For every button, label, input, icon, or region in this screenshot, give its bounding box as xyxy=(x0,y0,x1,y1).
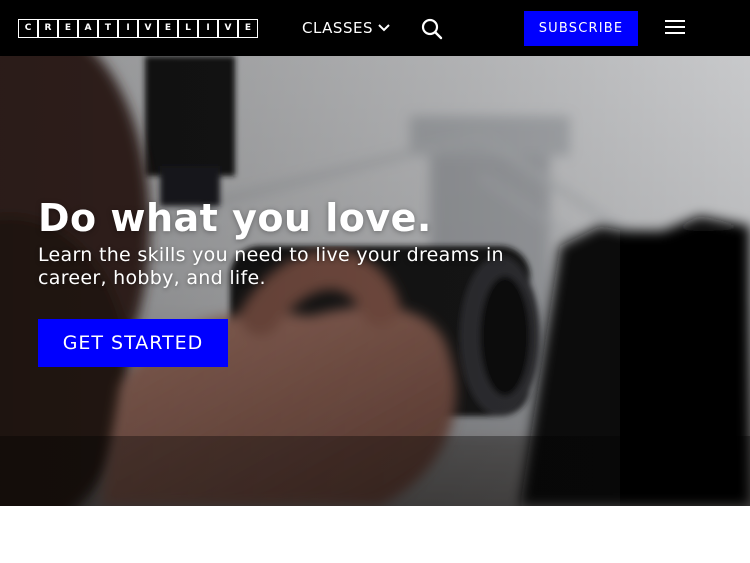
hero-subheadline: Learn the skills you need to live your d… xyxy=(38,244,504,289)
logo-letter: V xyxy=(139,20,157,37)
logo-letter: C xyxy=(19,20,37,37)
menu-bar xyxy=(665,32,685,34)
creativelive-logo[interactable]: C R E A T I V E L I V E xyxy=(18,19,258,38)
hamburger-menu-icon[interactable] xyxy=(665,20,685,36)
classes-label: CLASSES xyxy=(302,19,373,37)
subscribe-button[interactable]: SUBSCRIBE xyxy=(524,11,638,46)
logo-letter: E xyxy=(239,20,257,37)
get-started-button[interactable]: GET STARTED xyxy=(38,319,228,367)
classes-dropdown[interactable]: CLASSES xyxy=(302,19,390,37)
chevron-down-icon xyxy=(378,24,390,32)
top-navigation-bar: C R E A T I V E L I V E CLASSES SUBSCRIB… xyxy=(0,0,750,56)
logo-letter: E xyxy=(159,20,177,37)
logo-letter: E xyxy=(59,20,77,37)
search-button[interactable] xyxy=(420,17,444,41)
logo-letter: V xyxy=(219,20,237,37)
menu-bar xyxy=(665,26,685,28)
menu-bar xyxy=(665,20,685,22)
search-icon xyxy=(421,18,443,40)
logo-letter: R xyxy=(39,20,57,37)
logo-letter: L xyxy=(179,20,197,37)
logo-letter: I xyxy=(119,20,137,37)
logo-letter: T xyxy=(99,20,117,37)
logo-letter: I xyxy=(199,20,217,37)
logo-letter: A xyxy=(79,20,97,37)
page-content-area xyxy=(0,506,750,563)
hero-banner: Do what you love. Learn the skills you n… xyxy=(0,56,750,506)
hero-headline: Do what you love. xyxy=(38,196,432,240)
